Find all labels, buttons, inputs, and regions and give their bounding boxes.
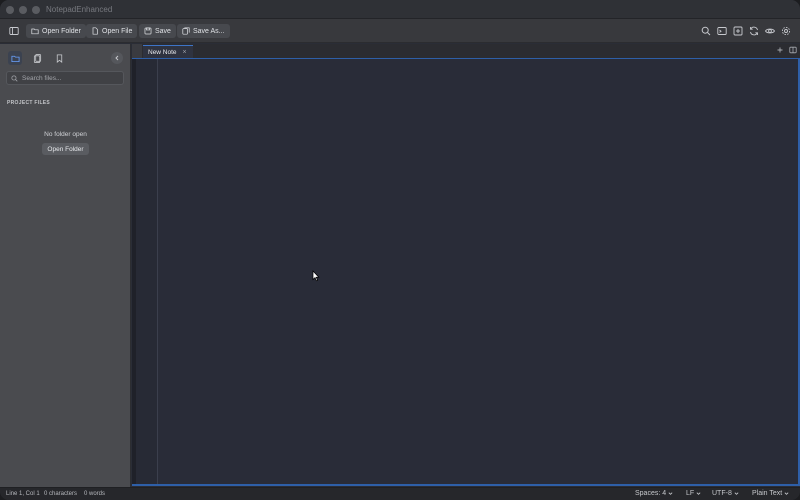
tab-new-note[interactable]: New Note × <box>143 45 193 58</box>
character-count: 0 characters <box>44 491 78 497</box>
folder-open-icon <box>31 28 39 35</box>
tab-close-icon[interactable]: × <box>183 49 187 56</box>
tab-bar-edge <box>132 44 142 58</box>
split-icon[interactable] <box>733 26 743 36</box>
zoom-window-button[interactable] <box>32 6 40 14</box>
open-file-label: Open File <box>102 27 133 35</box>
word-count: 0 words <box>84 491 106 497</box>
save-icon <box>144 27 152 35</box>
search-icon <box>11 74 18 82</box>
line-ending-selector[interactable]: LF <box>686 490 701 497</box>
line-ending-label: LF <box>686 490 695 497</box>
project-files-heading: PROJECT FILES <box>7 100 51 106</box>
chevron-down-icon <box>784 492 789 495</box>
tab-label: New Note <box>148 48 177 56</box>
save-as-label: Save As... <box>193 27 225 35</box>
app-window: NotepadEnhanced Open Folder Open File Sa… <box>0 0 800 500</box>
toolbar: Open Folder Open File Save Save As... <box>0 19 800 43</box>
encoding-selector[interactable]: UTF-8 <box>712 490 739 497</box>
open-file-button[interactable]: Open File <box>86 24 138 38</box>
sidebar-toggle-icon[interactable] <box>9 26 19 36</box>
file-icon <box>92 27 98 35</box>
search-icon[interactable] <box>701 26 711 36</box>
save-as-icon <box>182 27 190 35</box>
cursor-position: Line 1, Col 1 <box>6 491 40 497</box>
no-folder-message: No folder open <box>44 131 87 138</box>
window-title: NotepadEnhanced <box>46 5 113 14</box>
sidebar: PROJECT FILES No folder open Open Folder <box>0 44 131 487</box>
line-number-gutter <box>136 59 158 484</box>
terminal-icon[interactable] <box>717 26 727 36</box>
language-selector[interactable]: Plain Text <box>752 490 789 497</box>
open-folder-label: Open Folder <box>42 27 81 35</box>
save-label: Save <box>155 27 171 35</box>
chevron-down-icon <box>668 492 673 495</box>
title-bar: NotepadEnhanced <box>0 0 800 19</box>
status-bar: Line 1, Col 1 0 characters 0 words Space… <box>0 487 800 500</box>
sidebar-open-folder-button[interactable]: Open Folder <box>42 143 89 155</box>
split-editor-icon[interactable] <box>789 46 797 54</box>
minimize-window-button[interactable] <box>19 6 27 14</box>
chevron-left-icon <box>115 55 119 61</box>
clipboard-icon <box>33 53 41 63</box>
mouse-pointer-icon <box>312 270 320 282</box>
encoding-label: UTF-8 <box>712 490 732 497</box>
bookmark-icon <box>56 53 62 63</box>
chevron-down-icon <box>696 492 701 495</box>
collapse-sidebar-button[interactable] <box>111 52 123 64</box>
sidebar-tab-bookmarks[interactable] <box>52 51 66 65</box>
sidebar-tab-files[interactable] <box>8 51 22 65</box>
open-folder-button[interactable]: Open Folder <box>26 24 86 38</box>
save-as-button[interactable]: Save As... <box>177 24 230 38</box>
gear-icon[interactable] <box>781 26 791 36</box>
indentation-label: Spaces: 4 <box>635 490 667 497</box>
file-search-input[interactable] <box>22 74 117 82</box>
eye-icon[interactable] <box>765 26 775 36</box>
chevron-down-icon <box>734 492 739 495</box>
language-label: Plain Text <box>752 490 783 497</box>
refresh-icon[interactable] <box>749 26 759 36</box>
sidebar-tab-clipboard[interactable] <box>30 51 44 65</box>
editor-pane[interactable] <box>132 58 800 486</box>
save-button[interactable]: Save <box>139 24 176 38</box>
file-search-box[interactable] <box>6 71 124 85</box>
folder-icon <box>10 55 20 62</box>
indentation-selector[interactable]: Spaces: 4 <box>635 490 673 497</box>
new-tab-icon[interactable] <box>776 46 784 54</box>
close-window-button[interactable] <box>6 6 14 14</box>
editor-tab-bar: New Note × <box>132 44 800 58</box>
